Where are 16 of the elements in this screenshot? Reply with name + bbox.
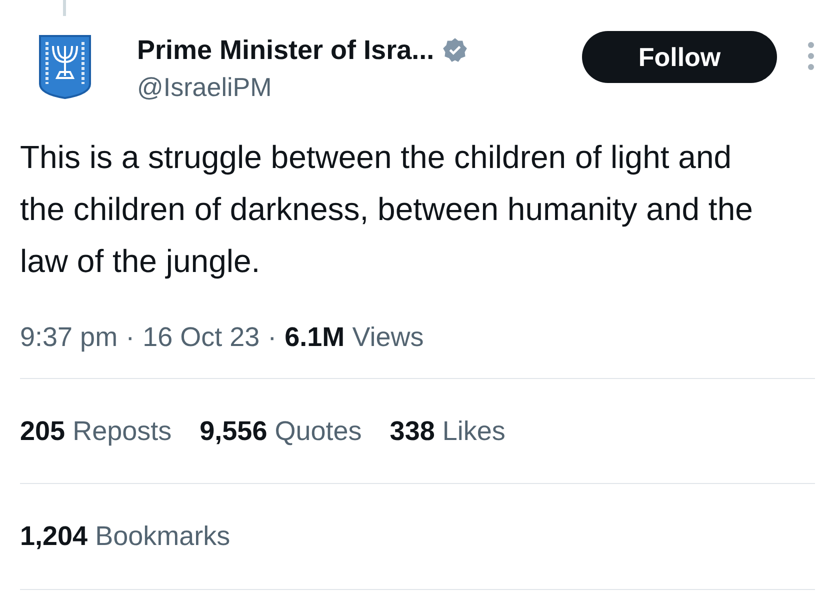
separator-dot: · [126, 321, 135, 354]
follow-button[interactable]: Follow [582, 31, 777, 83]
separator-dot: · [268, 321, 277, 354]
stat-link[interactable]: 9,556 Quotes [200, 410, 362, 451]
author-handle[interactable]: @IsraeliPM [137, 70, 468, 103]
stat-link[interactable]: 338 Likes [390, 410, 506, 451]
post-text: This is a struggle between the children of light and the children of darkness, between humanity and the law of the jungle. [20, 138, 754, 281]
stat-link[interactable]: 1,204 Bookmarks [20, 516, 230, 556]
more-options-icon[interactable] [807, 41, 815, 71]
author-name[interactable]: Prime Minister of Isra... [137, 30, 434, 70]
verified-badge-icon [442, 37, 468, 64]
views-count: 6.1M Views [284, 321, 424, 354]
post-time[interactable]: 9:37 pm [20, 317, 118, 358]
menorah-emblem-icon [37, 32, 93, 100]
stat-link[interactable]: 205 Reposts [20, 410, 172, 451]
post-date[interactable]: 16 Oct 23 [142, 317, 260, 358]
